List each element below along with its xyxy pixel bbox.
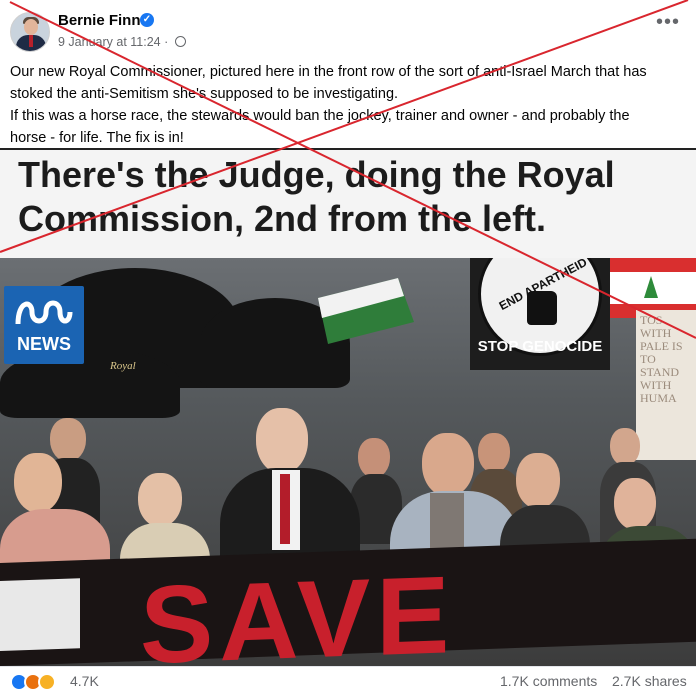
shares-count[interactable]: 2.7K shares — [612, 673, 687, 689]
placard-text: TOS WITH PALE IS TO STAND WITH HUMA — [640, 313, 683, 405]
post-text-line: If this was a horse race, the stewards w… — [10, 108, 630, 124]
globe-icon — [174, 36, 186, 47]
post-timestamp[interactable]: 9 January at 11:24 · — [58, 35, 168, 49]
wow-reaction-icon — [38, 673, 56, 691]
comments-count[interactable]: 1.7K comments — [500, 673, 597, 689]
abc-mark-icon — [15, 300, 73, 325]
banner-text: SAVE — [140, 553, 456, 666]
caption-line-1: There's the Judge, doing the Royal — [18, 154, 615, 195]
author-name[interactable]: Bernie Finn — [58, 12, 141, 29]
lebanon-flag — [606, 258, 696, 318]
post-text-line: Our new Royal Commissioner, pictured her… — [10, 64, 647, 80]
shared-image[interactable]: There's the Judge, doing the Royal Commi… — [0, 148, 696, 666]
abc-news-logo: NEWS — [4, 286, 84, 364]
reaction-count[interactable]: 4.7K — [70, 673, 99, 689]
post-text-line: horse - for life. The fix is in! — [10, 130, 184, 146]
post-text-line: stoked the anti-Semitism she's supposed … — [10, 86, 399, 102]
sign-text: STOP GENOCIDE — [477, 338, 603, 355]
umbrella-label: Royal — [110, 360, 136, 372]
post-meta: 9 January at 11:24 · — [58, 35, 186, 49]
placard: TOS WITH PALE IS TO STAND WITH HUMA — [636, 310, 696, 460]
post-text: Our new Royal Commissioner, pictured her… — [10, 61, 686, 149]
caption-line-2: Commission, 2nd from the left. — [18, 198, 547, 239]
protest-photo: Royal NEWS END APARTHEID STOP GENOCIDE T… — [0, 258, 696, 666]
verified-badge-icon: ✓ — [140, 13, 154, 27]
abc-news-label: NEWS — [17, 334, 71, 354]
post-footer: 4.7K 1.7K comments 2.7K shares — [0, 666, 696, 696]
raised-fist-icon — [527, 291, 557, 325]
palestine-flag — [318, 278, 414, 344]
author-avatar[interactable] — [10, 12, 50, 52]
post-header: Bernie Finn ✓ 9 January at 11:24 · ••• — [0, 0, 696, 58]
more-options-icon[interactable]: ••• — [656, 12, 680, 32]
image-caption: There's the Judge, doing the Royal Commi… — [0, 148, 696, 258]
protest-sign: END APARTHEID STOP GENOCIDE — [470, 258, 610, 370]
